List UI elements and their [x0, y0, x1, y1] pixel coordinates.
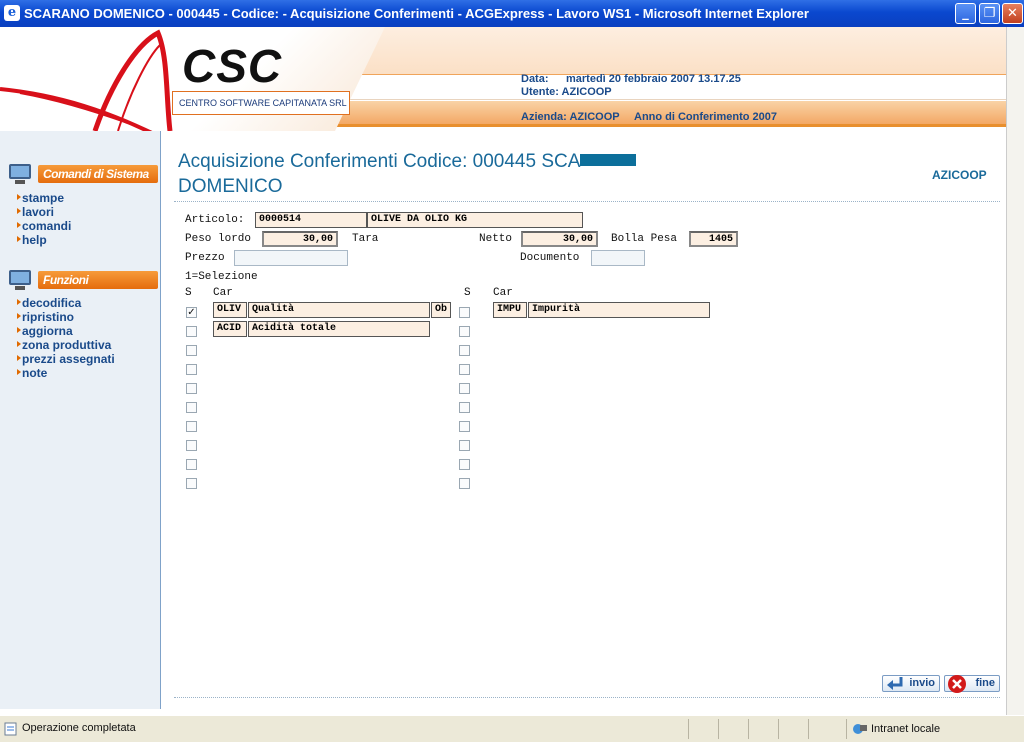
row-checkbox[interactable] [459, 307, 470, 318]
row-checkbox[interactable]: ✓ [186, 307, 197, 318]
left-row-code: OLIV [213, 302, 247, 318]
peso-lordo-field[interactable]: 30,00 [262, 231, 338, 247]
selection-hint: 1=Selezione [185, 271, 258, 283]
page-title-line2: DOMENICO [178, 176, 283, 197]
left-row-desc: Acidità totale [248, 321, 430, 337]
row-checkbox[interactable] [186, 440, 197, 451]
sidebar-link-zona-produttiva[interactable]: zona produttiva [16, 338, 111, 352]
right-row-code: IMPU [493, 302, 527, 318]
row-checkbox[interactable] [459, 326, 470, 337]
date-value: martedì 20 febbraio 2007 13.17.25 [566, 73, 741, 85]
page-title-line1: Acquisizione Conferimenti Codice: 000445… [178, 151, 581, 172]
tara-label: Tara [352, 233, 379, 245]
row-checkbox[interactable] [186, 421, 197, 432]
invio-label: invio [909, 677, 935, 689]
col-car-left: Car [213, 287, 233, 299]
sidebar-link-prezzi-assegnati[interactable]: prezzi assegnati [17, 352, 115, 366]
computer-icon [9, 164, 31, 184]
sidebar-link-stampe[interactable]: stampe [16, 191, 64, 205]
sidebar-link-aggiorna[interactable]: aggiorna [17, 324, 73, 338]
enter-arrow-icon [887, 677, 903, 690]
sidebar-link-comandi[interactable]: comandi [16, 219, 71, 233]
minimize-button[interactable]: _ [955, 3, 976, 24]
computer-icon [9, 270, 31, 290]
system-commands-header: Comandi di Sistema [6, 162, 158, 184]
status-text: Operazione completata [22, 722, 136, 734]
prezzo-field[interactable] [234, 250, 348, 266]
row-checkbox[interactable] [459, 402, 470, 413]
col-car-right: Car [493, 287, 513, 299]
documento-field[interactable] [591, 250, 645, 266]
header-banner: CSC CENTRO SOFTWARE CAPITANATA SRL Data:… [0, 27, 1006, 131]
top-divider [174, 201, 1000, 202]
row-checkbox[interactable] [459, 459, 470, 470]
row-checkbox[interactable] [186, 383, 197, 394]
sidebar-link-note[interactable]: note [16, 366, 47, 380]
bolla-pesa-field[interactable]: 1405 [689, 231, 738, 247]
row-checkbox[interactable] [186, 326, 197, 337]
date-label: Data: [521, 73, 549, 85]
maximize-button[interactable]: ❐ [979, 3, 1000, 24]
fine-label: fine [975, 677, 995, 689]
row-checkbox[interactable] [459, 478, 470, 489]
status-bar: Operazione completata Intranet locale [0, 715, 1024, 742]
functions-header: Funzioni [6, 268, 158, 290]
company-info: Azienda: AZICOOP [521, 111, 620, 123]
user-info: Utente: AZICOOP [521, 86, 612, 98]
prezzo-label: Prezzo [185, 252, 225, 264]
sidebar-link-lavori[interactable]: lavori [16, 205, 54, 219]
left-row-code: ACID [213, 321, 247, 337]
row-checkbox[interactable] [459, 345, 470, 356]
logo-text: CSC [182, 40, 283, 92]
row-checkbox[interactable] [459, 440, 470, 451]
window-title-bar[interactable]: e SCARANO DOMENICO - 000445 - Codice: - … [0, 0, 1024, 27]
row-checkbox[interactable] [186, 459, 197, 470]
page-title: Acquisizione Conferimenti Codice: 000445… [178, 151, 637, 173]
row-checkbox[interactable] [186, 345, 197, 356]
netto-label: Netto [479, 233, 513, 245]
company-code: AZICOOP [932, 168, 987, 182]
sidebar: Comandi di Sistema stampe lavori comandi… [0, 131, 161, 709]
row-checkbox[interactable] [186, 364, 197, 375]
invio-button[interactable]: invio [882, 675, 940, 692]
sidebar-link-decodifica[interactable]: decodifica [16, 296, 81, 310]
functions-title: Funzioni [38, 271, 158, 289]
window-title: SCARANO DOMENICO - 000445 - Codice: - Ac… [24, 6, 809, 21]
close-button[interactable]: ✕ [1002, 3, 1023, 24]
fine-button[interactable]: fine [944, 675, 1000, 693]
articolo-desc-field[interactable]: OLIVE DA OLIO KG [367, 212, 583, 228]
vertical-scrollbar[interactable] [1006, 27, 1024, 715]
left-row-extra: Ob [431, 302, 451, 318]
row-checkbox[interactable] [459, 383, 470, 394]
row-checkbox[interactable] [459, 421, 470, 432]
zone-text: Intranet locale [871, 723, 941, 735]
close-circle-icon [948, 675, 966, 693]
row-checkbox[interactable] [186, 478, 197, 489]
sidebar-link-help[interactable]: help [17, 233, 47, 247]
articolo-code-field[interactable]: 0000514 [255, 212, 367, 228]
bolla-pesa-label: Bolla Pesa [611, 233, 678, 245]
intranet-icon [853, 724, 867, 734]
internet-explorer-icon: e [4, 5, 20, 21]
right-row-desc: Impurità [528, 302, 710, 318]
peso-lordo-label: Peso lordo [185, 233, 252, 245]
articolo-label: Articolo: [185, 214, 245, 226]
zone-cell: Intranet locale [846, 719, 1024, 739]
row-checkbox[interactable] [459, 364, 470, 375]
netto-field[interactable]: 30,00 [521, 231, 598, 247]
row-checkbox[interactable] [186, 402, 197, 413]
page-icon [4, 722, 17, 736]
main-content: Acquisizione Conferimenti Codice: 000445… [162, 131, 1006, 709]
sidebar-link-ripristino[interactable]: ripristino [16, 310, 74, 324]
bottom-divider [174, 697, 1000, 698]
col-s-left: S [185, 287, 192, 299]
logo-subtitle: CENTRO SOFTWARE CAPITANATA SRL [172, 91, 350, 115]
documento-label: Documento [520, 252, 580, 264]
redaction-block [580, 154, 637, 167]
left-row-desc: Qualità [248, 302, 430, 318]
year-info: Anno di Conferimento 2007 [634, 111, 778, 123]
col-s-right: S [464, 287, 471, 299]
system-commands-title: Comandi di Sistema [38, 165, 158, 183]
